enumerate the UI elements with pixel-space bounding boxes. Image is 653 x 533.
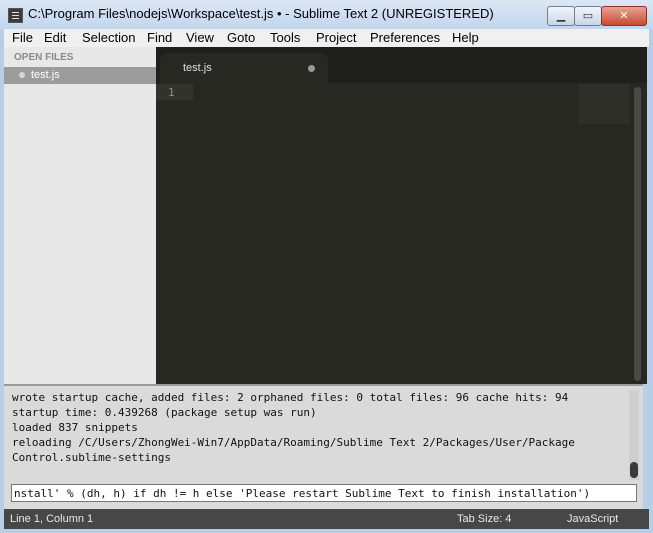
console-line: loaded 837 snippets — [12, 421, 138, 434]
minimap[interactable] — [578, 84, 630, 124]
console-line: startup time: 0.439268 (package setup wa… — [12, 406, 317, 419]
unsaved-dot-icon[interactable] — [19, 72, 25, 78]
console-line: wrote startup cache, added files: 2 orph… — [12, 391, 569, 404]
tab-label: test.js — [183, 62, 212, 74]
console-line: Control.sublime-settings — [12, 451, 171, 464]
tab-size-indicator[interactable]: Tab Size: 4 — [457, 513, 511, 525]
maximize-button[interactable]: ▭ — [574, 6, 602, 26]
status-bar: Line 1, Column 1 Tab Size: 4 JavaScript — [4, 509, 649, 529]
tab-unsaved-dot-icon[interactable] — [308, 65, 315, 72]
menu-help[interactable]: Help — [452, 30, 479, 45]
sidebar-file-label: test.js — [31, 69, 60, 81]
tab-test-js[interactable]: test.js — [160, 53, 328, 83]
sidebar: OPEN FILES test.js — [4, 47, 156, 384]
title-bar[interactable]: C:\Program Files\nodejs\Workspace\test.j… — [0, 0, 653, 29]
editor-scroll-thumb[interactable] — [634, 87, 641, 381]
menu-view[interactable]: View — [186, 30, 214, 45]
close-button[interactable]: ✕ — [601, 6, 647, 26]
line-number: 1 — [168, 86, 175, 99]
editor-area[interactable]: test.js 1 — [156, 47, 647, 384]
menu-edit[interactable]: Edit — [44, 30, 66, 45]
menu-bar: File Edit Selection Find View Goto Tools… — [4, 29, 649, 47]
console-panel: wrote startup cache, added files: 2 orph… — [4, 384, 643, 484]
menu-goto[interactable]: Goto — [227, 30, 255, 45]
open-files-header: OPEN FILES — [14, 52, 74, 63]
tab-strip: test.js — [156, 47, 647, 83]
menu-selection[interactable]: Selection — [82, 30, 135, 45]
menu-project[interactable]: Project — [316, 30, 356, 45]
console-scrollbar[interactable] — [629, 390, 639, 480]
menu-tools[interactable]: Tools — [270, 30, 300, 45]
sidebar-file-test-js[interactable]: test.js — [4, 67, 156, 84]
console-scroll-thumb[interactable] — [630, 462, 638, 478]
console-input-bar: nstall' % (dh, h) if dh != h else 'Pleas… — [4, 482, 643, 509]
menu-file[interactable]: File — [12, 30, 33, 45]
console-line: reloading /C/Users/ZhongWei-Win7/AppData… — [12, 436, 575, 449]
cursor-position: Line 1, Column 1 — [10, 513, 94, 525]
syntax-indicator[interactable]: JavaScript — [567, 513, 618, 525]
sublime-app-icon[interactable] — [8, 8, 23, 23]
menu-preferences[interactable]: Preferences — [370, 30, 440, 45]
close-icon: ✕ — [619, 9, 629, 22]
console-input[interactable]: nstall' % (dh, h) if dh != h else 'Pleas… — [11, 484, 637, 502]
window-title: C:\Program Files\nodejs\Workspace\test.j… — [28, 6, 494, 21]
minimize-icon: ▁ — [556, 9, 566, 22]
sublime-window: C:\Program Files\nodejs\Workspace\test.j… — [0, 0, 653, 533]
editor-scrollbar[interactable] — [634, 87, 641, 381]
maximize-icon: ▭ — [582, 9, 594, 22]
minimize-button[interactable]: ▁ — [547, 6, 575, 26]
menu-find[interactable]: Find — [147, 30, 172, 45]
